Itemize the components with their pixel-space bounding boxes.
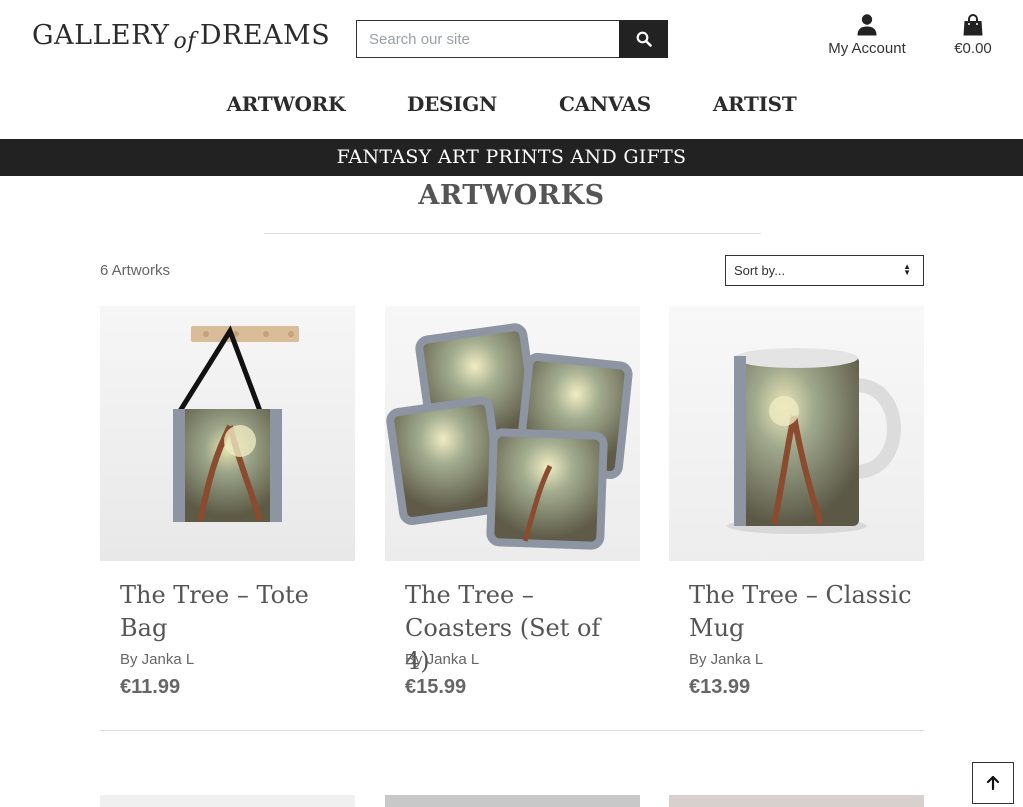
- product-card[interactable]: The Tree – Coasters (Set of 4) By Janka …: [385, 306, 640, 698]
- title-divider: [264, 233, 761, 234]
- search-button[interactable]: [619, 20, 668, 58]
- product-price: €13.99: [689, 676, 751, 698]
- next-product-row: [100, 795, 924, 807]
- arrow-up-icon: [986, 775, 1000, 791]
- logo-gallery: GALLERY: [32, 20, 170, 51]
- sort-select-value: Sort by...: [734, 263, 786, 278]
- product-name[interactable]: The Tree – Classic Mug: [689, 579, 914, 645]
- product-name[interactable]: The Tree – Tote Bag: [120, 579, 345, 645]
- site-logo[interactable]: GALLERY of DREAMS: [32, 20, 331, 54]
- bag-total: €0.00: [954, 40, 992, 57]
- my-account-label: My Account: [828, 40, 906, 57]
- product-image-tote-bag[interactable]: [100, 306, 355, 561]
- search-input[interactable]: [356, 20, 619, 58]
- product-image-partial[interactable]: [385, 795, 640, 807]
- nav-item-design[interactable]: DESIGN: [407, 92, 497, 116]
- row-divider: [100, 730, 924, 731]
- product-author: By Janka L: [689, 651, 764, 668]
- product-card[interactable]: The Tree – Classic Mug By Janka L €13.99: [669, 306, 924, 698]
- sort-select[interactable]: Sort by... ▲ ▼: [725, 255, 924, 286]
- nav-item-canvas[interactable]: CANVAS: [559, 92, 651, 116]
- promo-banner[interactable]: FANTASY ART PRINTS AND GIFTS: [0, 139, 1023, 176]
- search-form: [356, 20, 668, 58]
- nav-item-artist[interactable]: ARTIST: [713, 92, 797, 116]
- logo-dreams: DREAMS: [199, 20, 331, 51]
- my-account-link[interactable]: My Account: [822, 14, 912, 57]
- tote-bag-illustration: [100, 306, 355, 561]
- user-icon: [857, 14, 877, 36]
- site-header: GALLERYofDREAMS My Account €0.00 ARTWORK…: [0, 0, 1023, 139]
- product-author: By Janka L: [405, 651, 480, 668]
- page-title: ARTWORKS: [418, 180, 605, 211]
- product-image-mug[interactable]: [669, 306, 924, 561]
- product-image-partial[interactable]: [100, 795, 355, 807]
- product-price: €11.99: [120, 676, 181, 698]
- shopping-bag-link[interactable]: €0.00: [946, 14, 1000, 57]
- search-icon: [636, 31, 652, 47]
- product-price: €15.99: [405, 676, 467, 698]
- logo-of: of: [173, 29, 196, 54]
- mug-illustration: [669, 306, 924, 561]
- artwork-count: 6 Artworks: [100, 262, 171, 279]
- product-card[interactable]: The Tree – Tote Bag By Janka L €11.99: [100, 306, 355, 698]
- main-nav: ARTWORK DESIGN CANVAS ARTIST: [0, 92, 1023, 116]
- shopping-bag-icon: [963, 14, 983, 36]
- nav-item-artwork[interactable]: ARTWORK: [227, 92, 346, 116]
- product-image-coasters[interactable]: [385, 306, 640, 561]
- back-to-top-button[interactable]: [972, 762, 1014, 804]
- coasters-illustration: [385, 306, 640, 561]
- product-author: By Janka L: [120, 651, 195, 668]
- select-arrows-icon: ▲ ▼: [903, 262, 911, 277]
- product-image-partial[interactable]: [669, 795, 924, 807]
